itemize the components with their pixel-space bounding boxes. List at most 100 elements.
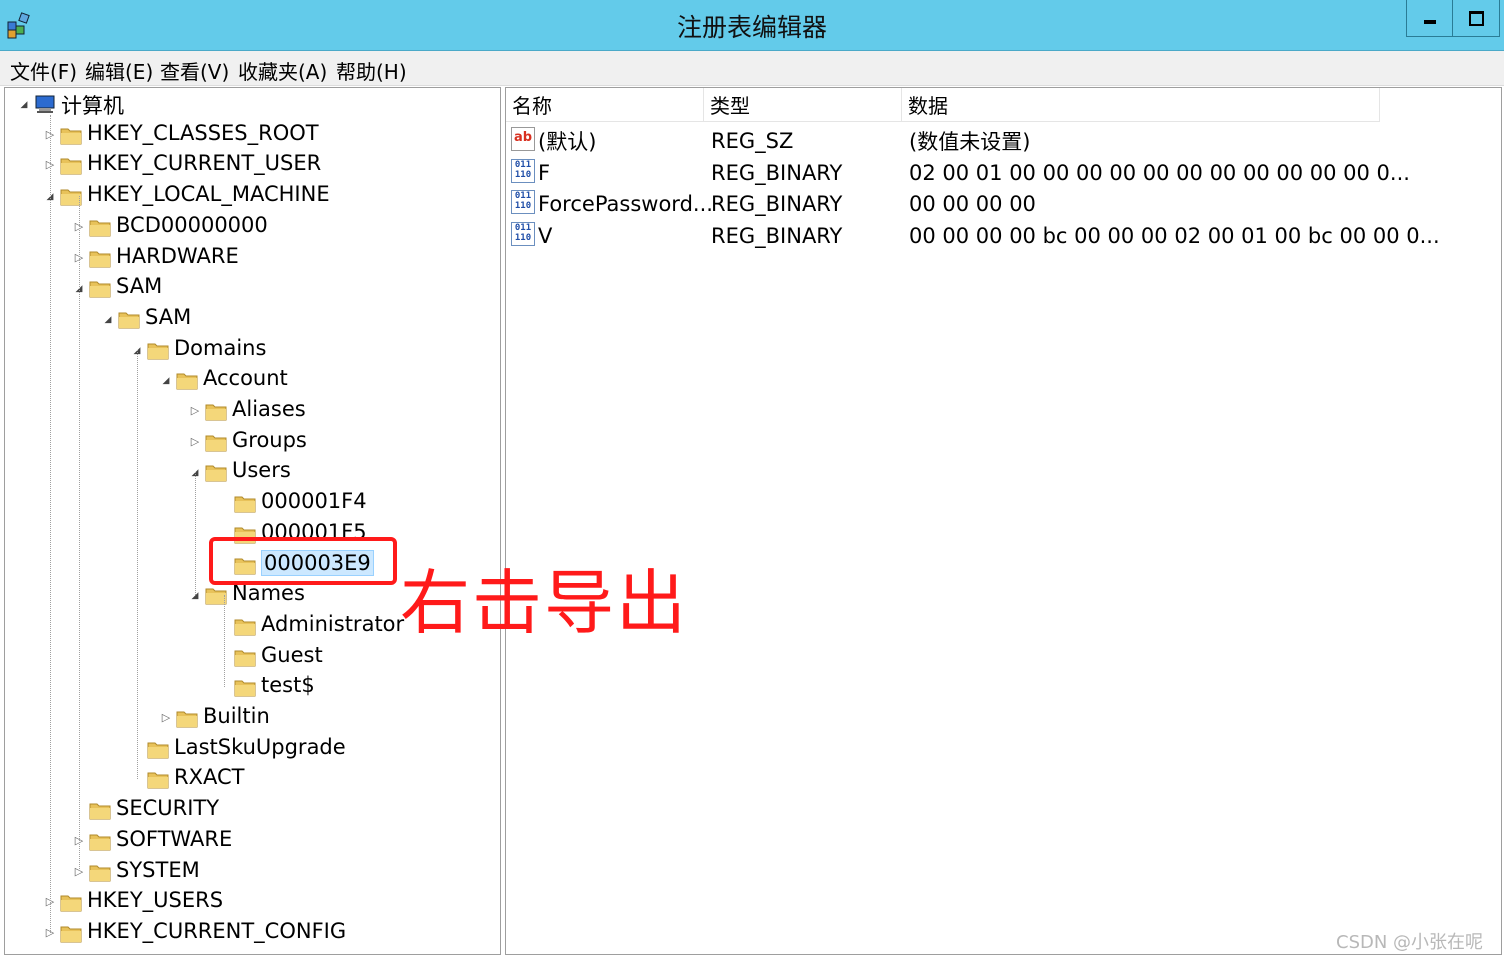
minimize-button[interactable] xyxy=(1406,0,1453,37)
folder-icon xyxy=(204,430,228,454)
folder-icon xyxy=(146,767,170,791)
maximize-icon xyxy=(1468,10,1484,26)
expand-arrow-icon[interactable] xyxy=(19,97,29,111)
tree-node-label[interactable]: HKEY_CURRENT_CONFIG xyxy=(87,919,346,943)
column-header-data[interactable]: 数据 xyxy=(902,88,1380,122)
value-type: REG_BINARY xyxy=(711,160,843,185)
folder-icon xyxy=(233,614,257,638)
folder-icon xyxy=(88,860,112,884)
value-name[interactable]: ForcePassword... xyxy=(538,189,713,219)
tree-node-label[interactable]: SECURITY xyxy=(116,796,219,820)
folder-icon xyxy=(59,153,83,177)
collapse-arrow-icon[interactable] xyxy=(190,435,200,449)
registry-tree[interactable]: 计算机HKEY_CLASSES_ROOT HKEY_CURRENT_USER HKE… xyxy=(4,87,501,955)
title-bar: 注册表编辑器 xyxy=(0,0,1504,51)
tree-node-label[interactable]: SOFTWARE xyxy=(116,827,232,851)
tree-node-label[interactable]: BCD00000000 xyxy=(116,213,268,237)
menu-bar: 文件(F) 编辑(E) 查看(V) 收藏夹(A) 帮助(H) xyxy=(0,51,1504,86)
menu-edit[interactable]: 编辑(E) xyxy=(85,56,153,85)
tree-node-label[interactable]: Users xyxy=(232,458,291,482)
menu-view[interactable]: 查看(V) xyxy=(160,56,229,85)
column-header-type[interactable]: 类型 xyxy=(704,88,902,122)
tree-node-label[interactable]: LastSkuUpgrade xyxy=(174,735,346,759)
expand-arrow-icon[interactable] xyxy=(103,312,113,326)
maximize-button[interactable] xyxy=(1452,0,1500,37)
binary-value-icon: 011 110 xyxy=(511,158,535,183)
value-data: 02 00 01 00 00 00 00 00 00 00 00 00 00 0… xyxy=(909,160,1410,185)
tree-node-label[interactable]: SAM xyxy=(116,274,162,298)
value-data: 00 00 00 00 bc 00 00 00 02 00 01 00 bc 0… xyxy=(909,223,1440,248)
tree-node-label[interactable]: Domains xyxy=(174,336,266,360)
folder-icon xyxy=(233,491,257,515)
folder-icon xyxy=(117,307,141,331)
folder-icon xyxy=(204,399,228,423)
tree-node-label[interactable]: Builtin xyxy=(203,704,270,728)
tree-node-label[interactable]: HKEY_CLASSES_ROOT xyxy=(87,121,319,145)
tree-node[interactable]: HKEY_USERS xyxy=(5,888,495,916)
tree-node-label[interactable]: Administrator xyxy=(261,612,404,636)
collapse-arrow-icon[interactable] xyxy=(190,404,200,418)
tree-node[interactable]: HKEY_CURRENT_USER xyxy=(5,151,495,179)
tree-node-label[interactable]: 计算机 xyxy=(61,90,124,120)
tree-node-label[interactable]: test$ xyxy=(261,673,315,697)
value-name[interactable]: (默认) xyxy=(538,126,596,156)
menu-favorites[interactable]: 收藏夹(A) xyxy=(238,56,327,85)
folder-icon xyxy=(146,737,170,761)
value-type: REG_BINARY xyxy=(711,192,843,216)
folder-icon xyxy=(204,460,228,484)
tree-node-label[interactable]: Guest xyxy=(261,643,323,667)
watermark: CSDN @小张在呢 xyxy=(1336,932,1484,953)
annotation-text: 右击导出 xyxy=(400,562,688,644)
tree-connector xyxy=(50,114,51,933)
folder-icon xyxy=(88,798,112,822)
computer-icon xyxy=(33,92,57,116)
folder-icon xyxy=(59,890,83,914)
tree-node-label[interactable]: 000001F4 xyxy=(261,489,367,513)
value-data: (数值未设置) xyxy=(909,130,1031,154)
expand-arrow-icon[interactable] xyxy=(161,373,171,387)
tree-node-label[interactable]: Groups xyxy=(232,428,307,452)
folder-icon xyxy=(88,276,112,300)
column-header-name[interactable]: 名称 xyxy=(506,88,704,122)
folder-icon xyxy=(175,368,199,392)
tree-connector xyxy=(79,196,80,872)
folder-icon xyxy=(59,123,83,147)
menu-help[interactable]: 帮助(H) xyxy=(336,56,407,85)
folder-icon xyxy=(233,645,257,669)
tree-connector xyxy=(195,472,196,596)
minimize-icon xyxy=(1424,20,1436,24)
folder-icon xyxy=(88,215,112,239)
collapse-arrow-icon[interactable] xyxy=(161,711,171,725)
value-data: 00 00 00 00 xyxy=(909,192,1036,216)
tree-node[interactable]: HKEY_CLASSES_ROOT xyxy=(5,121,495,149)
string-value-icon: ab xyxy=(511,127,535,151)
folder-icon xyxy=(59,921,83,945)
tree-node-label[interactable]: RXACT xyxy=(174,765,244,789)
folder-icon xyxy=(88,246,112,270)
values-list[interactable]: 名称 类型 数据 ab (默认) REG_SZ (数值未设置) 011 110 F REG_B… xyxy=(505,87,1502,955)
value-name[interactable]: V xyxy=(538,221,552,251)
tree-node-label[interactable]: Aliases xyxy=(232,397,306,421)
binary-value-icon: 011 110 xyxy=(511,190,535,214)
tree-node-label[interactable]: HKEY_LOCAL_MACHINE xyxy=(87,182,330,206)
folder-icon xyxy=(146,338,170,362)
tree-node-label[interactable]: HARDWARE xyxy=(116,244,239,268)
folder-icon xyxy=(175,706,199,730)
tree-connector xyxy=(224,595,225,688)
tree-node-label[interactable]: HKEY_CURRENT_USER xyxy=(87,151,321,175)
tree-connector xyxy=(137,349,138,780)
folder-icon xyxy=(88,829,112,853)
menu-file[interactable]: 文件(F) xyxy=(10,56,77,85)
value-type: REG_BINARY xyxy=(711,223,843,248)
highlight-box xyxy=(209,537,397,585)
tree-node-label[interactable]: Account xyxy=(203,366,288,390)
tree-root-computer[interactable]: 计算机 xyxy=(5,90,495,118)
value-name[interactable]: F xyxy=(538,158,550,188)
tree-node[interactable]: HKEY_CURRENT_CONFIG xyxy=(5,919,495,947)
tree-node-label[interactable]: SYSTEM xyxy=(116,858,200,882)
tree-node-label[interactable]: HKEY_USERS xyxy=(87,888,223,912)
binary-value-icon: 011 110 xyxy=(511,221,535,246)
tree-node-label[interactable]: SAM xyxy=(145,305,191,329)
window-title: 注册表编辑器 xyxy=(676,13,827,42)
folder-icon xyxy=(233,675,257,699)
